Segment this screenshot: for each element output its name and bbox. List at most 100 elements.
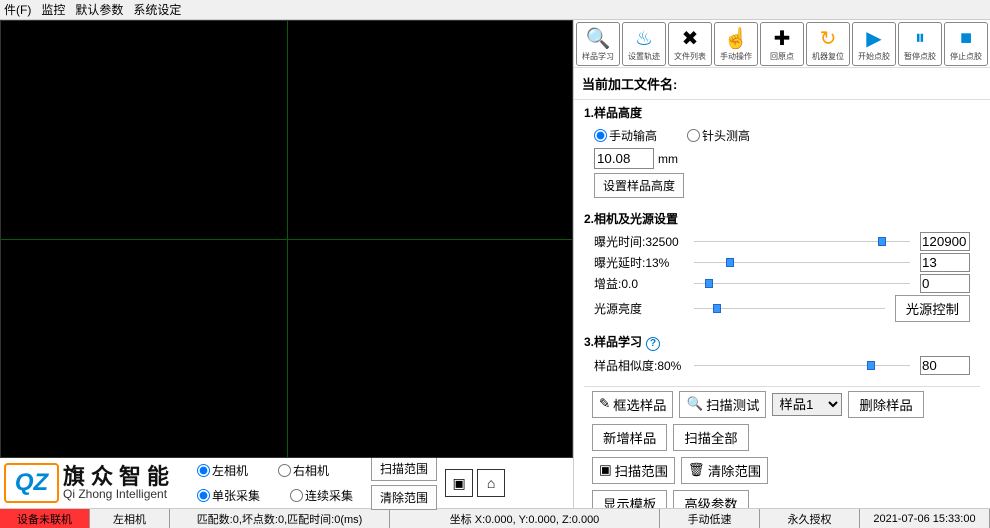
- status-camera: 左相机: [90, 509, 170, 528]
- tool-stop[interactable]: ■停止点胶: [944, 22, 988, 66]
- delete-sample-button[interactable]: 删除样品: [848, 391, 923, 418]
- file-list-label: 文件列表: [674, 51, 706, 62]
- logo-mark-icon: QZ: [4, 463, 59, 503]
- scan-all-button[interactable]: 扫描全部: [673, 424, 748, 451]
- clear-range-button2[interactable]: 🗑清除范围: [681, 457, 768, 484]
- delay-label: 曝光延时:13%: [594, 254, 684, 271]
- menu-file[interactable]: 件(F): [4, 1, 31, 18]
- file-list-icon: ✖: [682, 27, 699, 51]
- radio-manual-height[interactable]: 手动输高: [594, 127, 657, 144]
- start-label: 开始点胶: [858, 51, 890, 62]
- scan-range-button[interactable]: 扫描范围: [371, 456, 437, 481]
- status-auth: 永久授权: [760, 509, 860, 528]
- tool-pause[interactable]: ⏸暂停点胶: [898, 22, 942, 66]
- main-toolbar: 🔍样品学习♨设置轨迹✖文件列表☝手动操作✚回原点↻机器复位▶开始点胶⏸暂停点胶■…: [574, 20, 990, 68]
- exposure-label: 曝光时间:32500: [594, 233, 684, 250]
- tool-reset[interactable]: ↻机器复位: [806, 22, 850, 66]
- logo-cn: 旗众智能: [63, 466, 175, 488]
- radio-continuous-collect[interactable]: 连续采集: [290, 487, 353, 504]
- tool-set-track[interactable]: ♨设置轨迹: [622, 22, 666, 66]
- crosshair-vertical: [287, 21, 288, 457]
- sample-select[interactable]: 样品1: [772, 393, 842, 416]
- home-icon: ✚: [774, 27, 791, 51]
- logo-en: Qi Zhong Intelligent: [63, 488, 175, 500]
- new-sample-button[interactable]: 新增样品: [592, 424, 667, 451]
- exposure-slider[interactable]: [694, 241, 910, 242]
- status-match: 匹配数:0,坏点数:0,匹配时间:0(ms): [170, 509, 390, 528]
- gain-label: 增益:0.0: [594, 275, 684, 292]
- similarity-label: 样品相似度:80%: [594, 357, 684, 374]
- set-height-button[interactable]: 设置样品高度: [594, 173, 684, 198]
- light-slider[interactable]: [694, 308, 885, 309]
- start-icon: ▶: [866, 27, 881, 51]
- delay-spinner[interactable]: [920, 253, 970, 272]
- camera-viewport[interactable]: [0, 20, 573, 458]
- trash-icon: 🗑: [688, 462, 705, 478]
- home-label: 回原点: [770, 51, 794, 62]
- light-control-button[interactable]: 光源控制: [895, 295, 970, 322]
- light-label: 光源亮度: [594, 300, 684, 317]
- status-coord: 坐标 X:0.000, Y:0.000, Z:0.000: [390, 509, 660, 528]
- manual-op-icon: ☝: [724, 27, 749, 51]
- exposure-spinner[interactable]: [920, 232, 970, 251]
- reset-label: 机器复位: [812, 51, 844, 62]
- similarity-slider[interactable]: [694, 365, 910, 366]
- set-track-icon: ♨: [635, 27, 653, 51]
- stop-icon: ■: [960, 27, 972, 51]
- pause-icon: ⏸: [915, 27, 925, 51]
- scan-range-button2[interactable]: ▣扫描范围: [592, 457, 675, 484]
- set-track-label: 设置轨迹: [628, 51, 660, 62]
- section3-title: 3.样品学习?: [584, 333, 980, 351]
- tool-manual-op[interactable]: ☝手动操作: [714, 22, 758, 66]
- tool-home[interactable]: ✚回原点: [760, 22, 804, 66]
- menu-system-settings[interactable]: 系统设定: [133, 1, 181, 18]
- delay-slider[interactable]: [694, 262, 910, 263]
- viewport-controls: QZ 旗众智能 Qi Zhong Intelligent 左相机 右相机 单张采…: [0, 458, 573, 508]
- section-sample-learn: 3.样品学习? 样品相似度:80%: [584, 333, 980, 376]
- brand-logo: QZ 旗众智能 Qi Zhong Intelligent: [4, 463, 175, 503]
- height-unit: mm: [658, 152, 678, 166]
- radio-left-camera[interactable]: 左相机: [197, 462, 248, 479]
- scan-test-button[interactable]: 🔍扫描测试: [679, 391, 766, 418]
- stop-label: 停止点胶: [950, 51, 982, 62]
- section-sample-height: 1.样品高度 手动输高 针头测高 mm 设置样品高度: [584, 104, 980, 200]
- pause-label: 暂停点胶: [904, 51, 936, 62]
- clear-range-button[interactable]: 清除范围: [371, 485, 437, 510]
- current-file-header: 当前加工文件名:: [574, 68, 990, 100]
- status-speed: 手动低速: [660, 509, 760, 528]
- menu-monitor[interactable]: 监控: [41, 1, 65, 18]
- search-icon: 🔍: [686, 396, 703, 412]
- statusbar: 设备未联机 左相机 匹配数:0,坏点数:0,匹配时间:0(ms) 坐标 X:0.…: [0, 508, 990, 528]
- tool-file-list[interactable]: ✖文件列表: [668, 22, 712, 66]
- left-panel: QZ 旗众智能 Qi Zhong Intelligent 左相机 右相机 单张采…: [0, 20, 573, 508]
- menubar: 件(F) 监控 默认参数 系统设定: [0, 0, 990, 20]
- status-datetime: 2021-07-06 15:33:00: [860, 509, 990, 528]
- sample-learn-label: 样品学习: [582, 51, 614, 62]
- gain-slider[interactable]: [694, 283, 910, 284]
- advanced-params-button[interactable]: 高级参数: [673, 490, 748, 509]
- radio-right-camera[interactable]: 右相机: [278, 462, 329, 479]
- tool-sample-learn[interactable]: 🔍样品学习: [576, 22, 620, 66]
- status-offline: 设备未联机: [0, 509, 90, 528]
- select-sample-button[interactable]: ✎框选样品: [592, 391, 673, 418]
- right-panel: 🔍样品学习♨设置轨迹✖文件列表☝手动操作✚回原点↻机器复位▶开始点胶⏸暂停点胶■…: [573, 20, 990, 508]
- sample-learn-icon: 🔍: [586, 27, 611, 51]
- similarity-spinner[interactable]: [920, 356, 970, 375]
- brush-icon[interactable]: ⌂: [477, 469, 505, 497]
- fit-view-icon[interactable]: ▣: [445, 469, 473, 497]
- menu-default-params[interactable]: 默认参数: [75, 1, 123, 18]
- show-template-button[interactable]: 显示模板: [592, 490, 667, 509]
- gain-spinner[interactable]: [920, 274, 970, 293]
- action-buttons: ✎框选样品 🔍扫描测试 样品1 删除样品 新增样品 扫描全部 ▣扫描范围 🗑清除…: [584, 386, 980, 509]
- height-input[interactable]: [594, 148, 654, 169]
- help-icon[interactable]: ?: [646, 337, 660, 351]
- section-camera-light: 2.相机及光源设置 曝光时间:32500 曝光延时:13% 增益:0.0: [584, 210, 980, 323]
- radio-single-collect[interactable]: 单张采集: [197, 487, 260, 504]
- section1-title: 1.样品高度: [584, 104, 980, 121]
- tool-start[interactable]: ▶开始点胶: [852, 22, 896, 66]
- edit-icon: ✎: [599, 396, 610, 412]
- manual-op-label: 手动操作: [720, 51, 752, 62]
- radio-probe-height[interactable]: 针头测高: [687, 127, 750, 144]
- crop-icon: ▣: [599, 462, 612, 478]
- section2-title: 2.相机及光源设置: [584, 210, 980, 227]
